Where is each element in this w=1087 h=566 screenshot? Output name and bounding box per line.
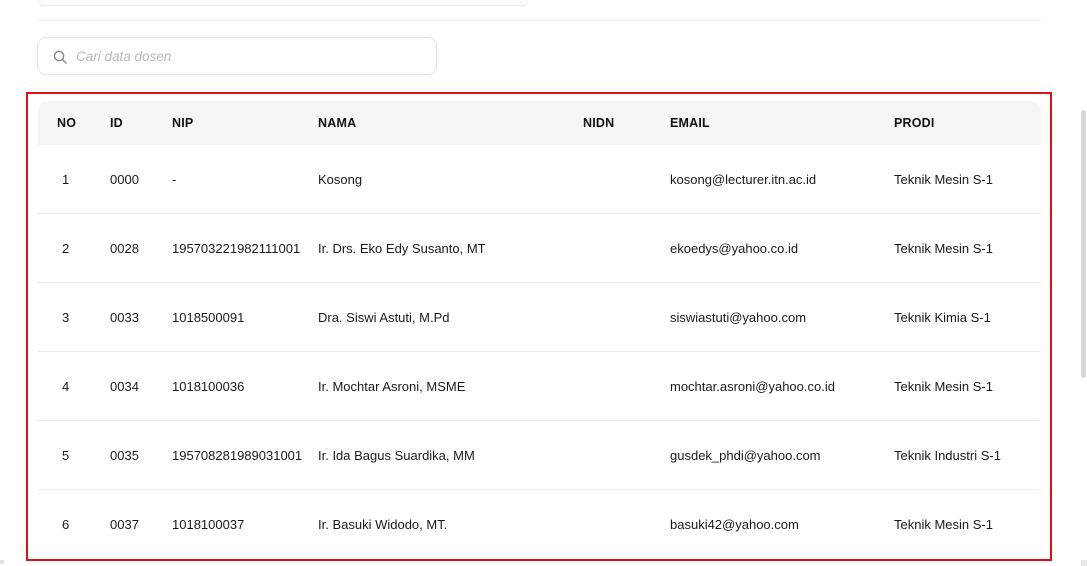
table-row[interactable]: 1 0000 - Kosong kosong@lecturer.itn.ac.i… (38, 145, 1041, 214)
cell-prodi: Teknik Mesin S-1 (894, 516, 993, 532)
cell-id: 0037 (110, 516, 139, 532)
cell-nama: Ir. Ida Bagus Suardika, MM (318, 420, 583, 490)
cell-nip: 195708281989031001 (172, 420, 318, 490)
cell-nip: 1018500091 (172, 282, 318, 352)
table-body: 1 0000 - Kosong kosong@lecturer.itn.ac.i… (38, 145, 1041, 558)
cell-nip: 1018100037 (172, 516, 245, 532)
column-header-no[interactable]: NO (38, 101, 110, 145)
table-row[interactable]: 3 0033 1018500091 Dra. Siswi Astuti, M.P… (38, 282, 1041, 352)
cell-nidn (583, 420, 670, 490)
cell-no: 3 (38, 282, 110, 352)
cell-nidn (583, 145, 670, 214)
cell-no: 4 (38, 351, 110, 421)
corner-mark (1081, 560, 1087, 566)
column-header-prodi[interactable]: PRODI (894, 101, 1041, 145)
cell-nama: Ir. Basuki Widodo, MT. (318, 516, 448, 532)
cell-nidn (583, 351, 670, 421)
cell-id: 0000 (110, 145, 172, 214)
table-row[interactable]: 6 0037 1018100037 Ir. Basuki Widodo, MT.… (38, 490, 1041, 559)
column-header-nip[interactable]: NIP (172, 101, 318, 145)
cell-nidn (583, 282, 670, 352)
cell-nama: Ir. Drs. Eko Edy Susanto, MT (318, 213, 583, 283)
table-row[interactable]: 2 0028 195703221982111001 Ir. Drs. Eko E… (38, 213, 1041, 283)
table-header-row: NO ID NIP NAMA NIDN EMAIL PRODI (38, 101, 1041, 145)
cell-nama: Ir. Mochtar Asroni, MSME (318, 351, 583, 421)
cell-nip: 1018100036 (172, 351, 318, 421)
cell-no: 2 (38, 213, 110, 283)
column-header-email[interactable]: EMAIL (670, 101, 894, 145)
cell-email: gusdek_phdi@yahoo.com (670, 420, 894, 490)
cell-email: kosong@lecturer.itn.ac.id (670, 145, 894, 214)
cell-nidn (583, 490, 670, 559)
column-header-nama[interactable]: NAMA (318, 101, 583, 145)
cell-prodi: Teknik Mesin S-1 (894, 351, 1041, 421)
left-edge-mark (0, 560, 4, 564)
column-header-nidn[interactable]: NIDN (583, 101, 670, 145)
cell-id: 0034 (110, 351, 172, 421)
table-header: NO ID NIP NAMA NIDN EMAIL PRODI (38, 101, 1041, 145)
cell-prodi: Teknik Mesin S-1 (894, 213, 1041, 283)
cell-prodi: Teknik Industri S-1 (894, 420, 1041, 490)
cell-nidn (583, 213, 670, 283)
cell-nama: Kosong (318, 145, 583, 214)
cell-id: 0035 (110, 420, 172, 490)
top-card-edge (38, 0, 528, 6)
search-input[interactable] (76, 38, 431, 74)
cell-nip: - (172, 145, 318, 214)
lecturer-table: NO ID NIP NAMA NIDN EMAIL PRODI 1 0000 -… (38, 101, 1041, 558)
cell-nama: Dra. Siswi Astuti, M.Pd (318, 282, 583, 352)
cell-email: basuki42@yahoo.com (670, 516, 799, 532)
cell-prodi: Teknik Mesin S-1 (894, 145, 1041, 214)
scrollbar-thumb[interactable] (1081, 110, 1086, 378)
column-header-id[interactable]: ID (110, 101, 172, 145)
search-icon (53, 50, 67, 64)
search-box[interactable] (37, 37, 437, 75)
top-divider (38, 20, 1041, 21)
cell-id: 0028 (110, 213, 172, 283)
cell-email: siswiastuti@yahoo.com (670, 282, 894, 352)
cell-email: mochtar.asroni@yahoo.co.id (670, 351, 894, 421)
cell-id: 0033 (110, 282, 172, 352)
cell-no: 1 (38, 145, 110, 214)
cell-no: 6 (62, 516, 70, 532)
table-row[interactable]: 4 0034 1018100036 Ir. Mochtar Asroni, MS… (38, 351, 1041, 421)
cell-nip: 195703221982111001 (172, 213, 318, 283)
cell-email: ekoedys@yahoo.co.id (670, 213, 894, 283)
cell-no: 5 (38, 420, 110, 490)
page: NO ID NIP NAMA NIDN EMAIL PRODI 1 0000 -… (0, 0, 1087, 566)
table-row[interactable]: 5 0035 195708281989031001 Ir. Ida Bagus … (38, 420, 1041, 490)
cell-prodi: Teknik Kimia S-1 (894, 282, 1041, 352)
